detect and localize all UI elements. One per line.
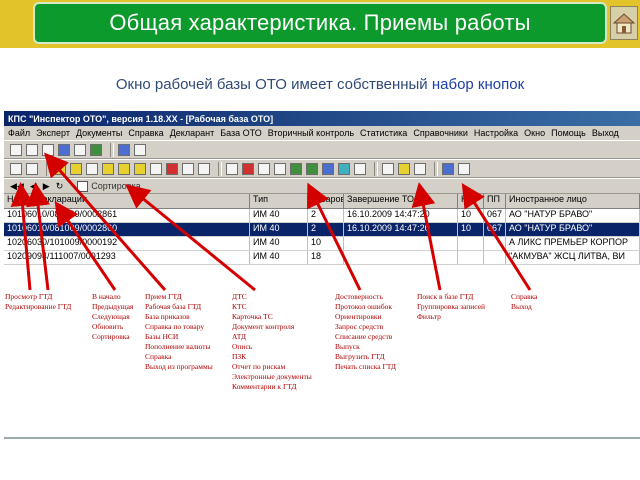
arrow-control [307, 182, 362, 291]
bottom-divider [4, 437, 640, 439]
arrow-edit [26, 182, 51, 291]
arrow-navigation [54, 201, 117, 291]
arrow-documents [125, 184, 256, 292]
arrow-help [461, 182, 532, 291]
arrow-main [44, 152, 167, 291]
callout-arrows [10, 152, 532, 292]
arrow-view [10, 182, 35, 291]
arrow-search [411, 182, 442, 291]
